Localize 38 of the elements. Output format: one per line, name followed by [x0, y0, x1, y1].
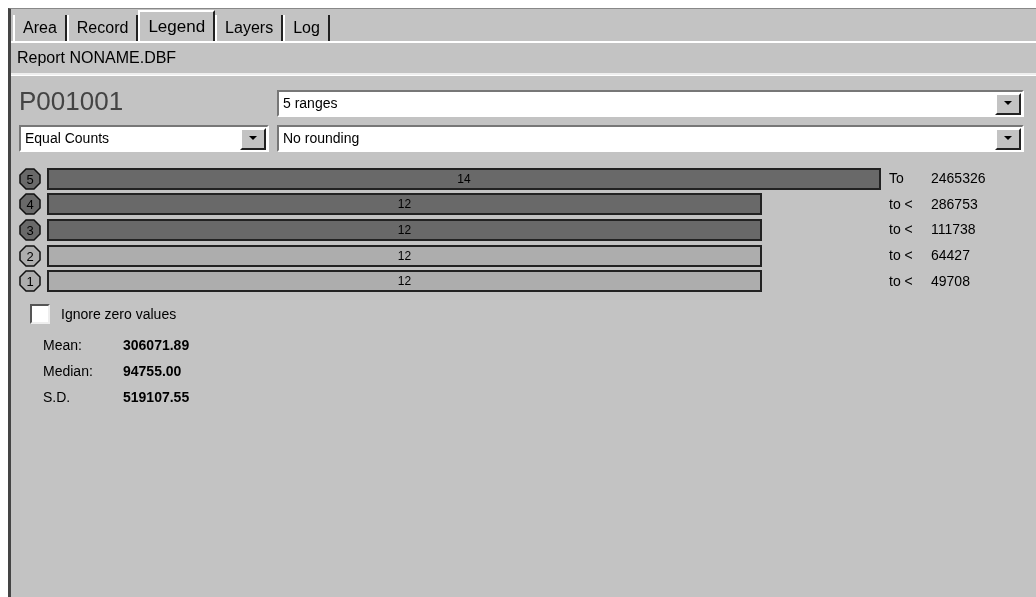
- range-limit: 111738: [931, 220, 976, 240]
- tab[interactable]: Layers: [215, 15, 284, 41]
- rounding-dropdown[interactable]: No rounding: [277, 125, 1024, 152]
- range-prefix: to <: [889, 246, 914, 266]
- range-number-badge: 2: [19, 244, 41, 267]
- tab[interactable]: Legend: [138, 10, 216, 41]
- checkbox[interactable]: [30, 304, 50, 325]
- stat-label: S.D.: [43, 387, 72, 407]
- range-number-badge: 4: [19, 193, 41, 216]
- range-prefix: To: [889, 169, 905, 189]
- range-prefix: to <: [889, 271, 914, 291]
- tab[interactable]: Area: [13, 15, 67, 41]
- range-bar: 14: [47, 167, 881, 190]
- range-prefix: to <: [889, 220, 914, 240]
- range-bar: 12: [47, 193, 762, 216]
- range-bar: 12: [47, 270, 762, 293]
- stat-value: 94755.00: [123, 361, 182, 381]
- method-dropdown[interactable]: Equal Counts: [19, 125, 269, 152]
- stat-label: Mean:: [43, 335, 83, 355]
- field-name: P001001: [19, 85, 125, 118]
- tab[interactable]: Record: [66, 15, 139, 41]
- stat-value: 306071.89: [123, 335, 190, 355]
- checkbox-label: Ignore zero values: [61, 304, 177, 324]
- range-limit: 2465326: [931, 169, 986, 189]
- range-bar: 12: [47, 219, 762, 241]
- range-number-badge: 5: [19, 167, 41, 190]
- stat-value: 519107.55: [123, 387, 190, 407]
- range-limit: 64427: [931, 246, 970, 266]
- tab[interactable]: Log: [283, 15, 330, 41]
- range-bar: 12: [47, 244, 762, 267]
- range-prefix: to <: [889, 194, 914, 214]
- stat-label: Median:: [43, 361, 94, 381]
- range-limit: 49708: [931, 271, 970, 291]
- ranges-dropdown[interactable]: 5 ranges: [277, 90, 1024, 117]
- range-limit: 286753: [931, 194, 978, 214]
- range-number-badge: 1: [19, 270, 41, 293]
- range-number-badge: 3: [19, 219, 41, 241]
- report-title: Report NONAME.DBF: [11, 41, 1036, 75]
